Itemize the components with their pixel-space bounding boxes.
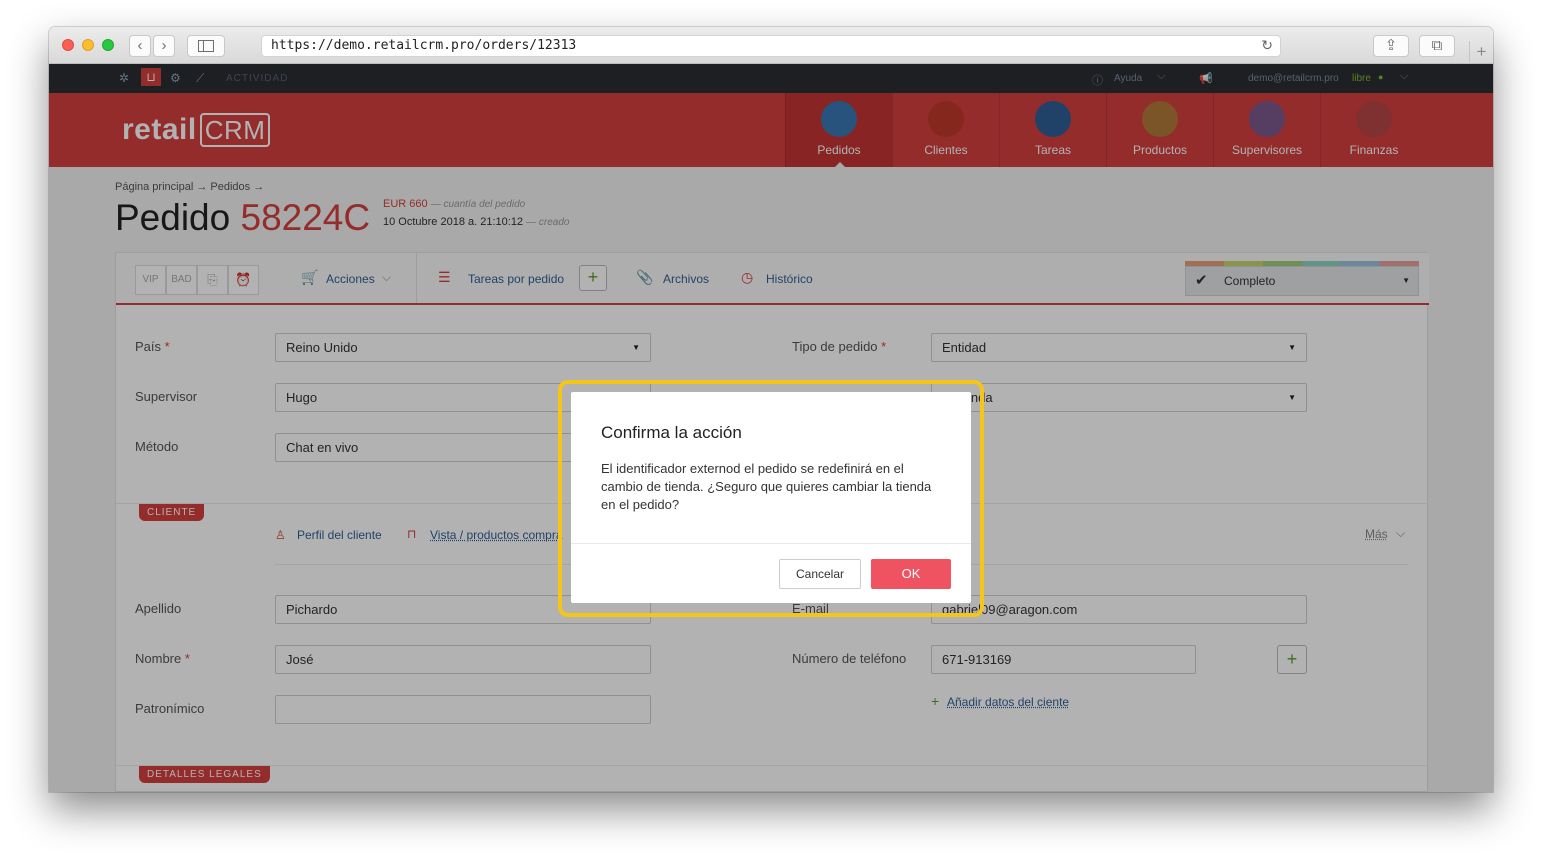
reload-icon[interactable]: ↻ [1261,36,1273,56]
app-area: ✲ ⊔ ⚙ ⟋ ACTIVIDAD ⓘ Ayuda ⌵ 📢 demo@retai… [49,64,1493,792]
dialog-title: Confirma la acción [601,423,742,442]
zoom-window-button[interactable] [102,39,114,51]
sidebar-icon [198,40,214,52]
forward-button[interactable]: › [153,35,175,57]
address-bar[interactable]: https://demo.retailcrm.pro/orders/12313 … [261,35,1281,57]
browser-toolbar: ‹ › https://demo.retailcrm.pro/orders/12… [49,27,1493,64]
confirm-dialog: Confirma la acción El identificador exte… [571,392,971,603]
browser-window: ‹ › https://demo.retailcrm.pro/orders/12… [49,27,1493,792]
minimize-window-button[interactable] [82,39,94,51]
share-button[interactable]: ⇪ [1373,35,1409,57]
sidebar-toggle-button[interactable] [187,35,225,57]
tabs-overview-button[interactable]: ⧉ [1419,35,1455,57]
ok-button[interactable]: OK [871,559,951,589]
url-text: https://demo.retailcrm.pro/orders/12313 [271,38,577,53]
new-tab-button[interactable]: + [1469,41,1493,64]
dialog-message: El identificador externod el pedido se r… [601,461,932,512]
dialog-divider [571,543,971,544]
close-window-button[interactable] [62,39,74,51]
cancel-button[interactable]: Cancelar [779,559,861,589]
back-button[interactable]: ‹ [129,35,151,57]
